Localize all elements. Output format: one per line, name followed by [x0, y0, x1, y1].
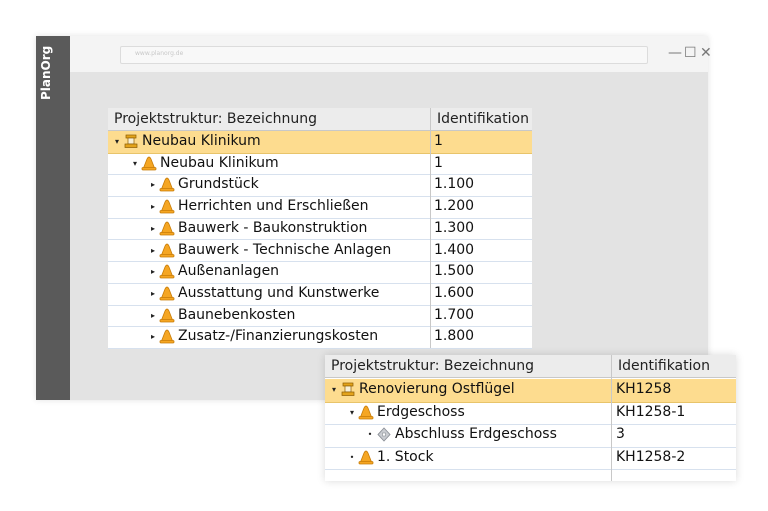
- collapse-arrow-icon[interactable]: ▾: [329, 379, 339, 400]
- project-icon: [340, 382, 356, 397]
- row-identifikation: KH1258-2: [616, 448, 686, 465]
- expand-arrow-icon[interactable]: ▸: [148, 283, 158, 304]
- row-identifikation: 1: [434, 154, 443, 171]
- tree-row[interactable]: ▸ Außenanlagen 1.500: [108, 261, 532, 284]
- row-identifikation: 1.500: [434, 263, 475, 280]
- address-field[interactable]: www.planorg.de: [120, 46, 648, 64]
- tree-row[interactable]: ▸ Herrichten und Erschließen 1.200: [108, 196, 532, 219]
- collapse-arrow-icon[interactable]: ▾: [112, 131, 122, 152]
- row-label: Bauwerk - Technische Anlagen: [178, 241, 392, 258]
- milestone-icon: [376, 427, 392, 442]
- tree-row[interactable]: ▾ Neubau Klinikum 1: [108, 131, 532, 154]
- address-text: www.planorg.de: [135, 50, 184, 57]
- cone-icon: [159, 329, 175, 344]
- row-label: Zusatz-/Finanzierungskosten: [178, 328, 379, 345]
- cone-icon: [159, 308, 175, 323]
- tree-row[interactable]: ▾ Neubau Klinikum 1: [108, 153, 532, 176]
- expand-arrow-icon[interactable]: ▸: [148, 326, 158, 347]
- leaf-bullet-icon: •: [367, 430, 373, 439]
- tree-row[interactable]: ▸ Zusatz-/Finanzierungskosten 1.800: [108, 326, 532, 349]
- expand-arrow-icon[interactable]: ▸: [148, 218, 158, 239]
- tree-row[interactable]: ▸ Bauwerk - Technische Anlagen 1.400: [108, 240, 532, 263]
- project-tree-table-1: Projektstruktur: Bezeichnung Identifikat…: [108, 108, 532, 349]
- row-label: 1. Stock: [377, 448, 434, 465]
- column-divider: [611, 355, 612, 481]
- expand-arrow-icon[interactable]: ▸: [148, 196, 158, 217]
- row-identifikation: 3: [616, 426, 625, 442]
- row-label: Abschluss Erdgeschoss: [395, 426, 557, 442]
- cone-icon: [141, 156, 157, 171]
- expand-arrow-icon[interactable]: ▸: [148, 261, 158, 282]
- cone-icon: [159, 221, 175, 236]
- cone-icon: [159, 243, 175, 258]
- title-bar: www.planorg.de — ☐ ✕: [70, 36, 712, 72]
- cone-icon: [159, 177, 175, 192]
- column-header-bezeichnung[interactable]: Projektstruktur: Bezeichnung: [325, 355, 611, 377]
- cone-icon: [159, 286, 175, 301]
- row-identifikation: 1.100: [434, 176, 475, 193]
- row-identifikation: 1.300: [434, 219, 475, 236]
- tree-row[interactable]: ▸ Bauwerk - Baukonstruktion 1.300: [108, 218, 532, 241]
- row-label: Renovierung Ostflügel: [359, 381, 515, 397]
- row-label: Neubau Klinikum: [142, 133, 261, 149]
- minimize-icon[interactable]: —: [668, 44, 682, 62]
- leaf-bullet-icon: •: [349, 452, 355, 462]
- row-label: Grundstück: [178, 176, 259, 193]
- row-identifikation: 1.600: [434, 284, 475, 301]
- tree-row[interactable]: ▾ Renovierung Ostflügel KH1258: [325, 379, 736, 403]
- cone-icon: [159, 199, 175, 214]
- row-identifikation: KH1258-1: [616, 403, 686, 420]
- tree-row[interactable]: ▸ Grundstück 1.100: [108, 174, 532, 198]
- row-label: Herrichten und Erschließen: [178, 198, 369, 215]
- app-logo: PlanOrg: [39, 45, 53, 100]
- cone-icon: [358, 405, 374, 420]
- row-label: Bauwerk - Baukonstruktion: [178, 219, 368, 236]
- table-header: Projektstruktur: Bezeichnung Identifikat…: [108, 108, 532, 131]
- project-icon: [123, 134, 139, 149]
- row-identifikation: 1: [434, 133, 443, 149]
- maximize-icon[interactable]: ☐: [684, 44, 697, 62]
- expand-arrow-icon[interactable]: ▸: [148, 174, 158, 195]
- row-label: Neubau Klinikum: [160, 154, 279, 171]
- row-label: Baunebenkosten: [178, 306, 296, 323]
- tree-row[interactable]: ▸ Ausstattung und Kunstwerke 1.600: [108, 283, 532, 306]
- tree-row[interactable]: • Abschluss Erdgeschoss 3: [325, 424, 736, 448]
- sidebar: PlanOrg: [36, 36, 70, 400]
- column-header-identifikation[interactable]: Identifikation: [611, 355, 736, 377]
- column-header-bezeichnung[interactable]: Projektstruktur: Bezeichnung: [108, 108, 430, 130]
- row-identifikation: KH1258: [616, 381, 672, 397]
- close-icon[interactable]: ✕: [700, 44, 712, 62]
- row-identifikation: 1.200: [434, 198, 475, 215]
- column-divider: [430, 108, 431, 348]
- row-identifikation: 1.800: [434, 328, 475, 345]
- tree-row[interactable]: ▾ Erdgeschoss KH1258-1: [325, 402, 736, 425]
- cone-icon: [159, 264, 175, 279]
- tree-row[interactable]: ▸ Baunebenkosten 1.700: [108, 305, 532, 328]
- project-tree-table-2: Projektstruktur: Bezeichnung Identifikat…: [325, 355, 736, 481]
- tree-row[interactable]: • 1. Stock KH1258-2: [325, 447, 736, 470]
- row-label: Erdgeschoss: [377, 403, 465, 420]
- expand-arrow-icon[interactable]: ▸: [148, 240, 158, 261]
- column-header-identifikation[interactable]: Identifikation: [430, 108, 532, 130]
- collapse-arrow-icon[interactable]: ▾: [130, 153, 140, 174]
- expand-arrow-icon[interactable]: ▸: [148, 305, 158, 326]
- collapse-arrow-icon[interactable]: ▾: [347, 402, 357, 423]
- cone-icon: [358, 450, 374, 465]
- row-identifikation: 1.700: [434, 306, 475, 323]
- row-identifikation: 1.400: [434, 241, 475, 258]
- table-header: Projektstruktur: Bezeichnung Identifikat…: [325, 355, 736, 378]
- row-label: Außenanlagen: [178, 263, 280, 280]
- row-label: Ausstattung und Kunstwerke: [178, 284, 380, 301]
